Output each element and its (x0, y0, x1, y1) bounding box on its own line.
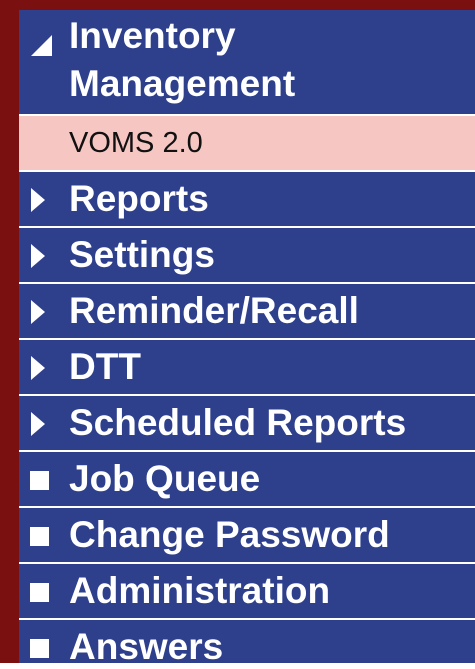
menu-item-settings[interactable]: Settings (19, 228, 475, 282)
triangle-right-icon (31, 244, 45, 268)
menu-item-change-password[interactable]: Change Password (19, 508, 475, 562)
menu-item-label: Answers (69, 626, 224, 667)
menu-item-label: Scheduled Reports (69, 402, 407, 443)
menu-item-reports[interactable]: Reports (19, 172, 475, 226)
menu-item-label: Settings (69, 234, 215, 275)
square-bullet-icon (30, 471, 49, 490)
menu-item-label: DTT (69, 346, 141, 387)
menu-item-label: Change Password (69, 514, 390, 555)
menu-item-job-queue[interactable]: Job Queue (19, 452, 475, 506)
menu-item-label: Reminder/Recall (69, 290, 359, 331)
menu-item-administration[interactable]: Administration (19, 564, 475, 618)
menu-item-reminder-recall[interactable]: Reminder/Recall (19, 284, 475, 338)
menu-item-scheduled-reports[interactable]: Scheduled Reports (19, 396, 475, 450)
submenu-item-voms[interactable]: VOMS 2.0 (19, 116, 475, 170)
submenu-item-label: VOMS 2.0 (69, 127, 203, 159)
triangle-right-icon (31, 412, 45, 436)
triangle-right-icon (31, 300, 45, 324)
square-bullet-icon (30, 639, 49, 658)
menu-item-label: Administration (69, 570, 331, 611)
square-bullet-icon (30, 583, 49, 602)
square-bullet-icon (30, 527, 49, 546)
triangle-right-icon (31, 188, 45, 212)
menu-item-inventory-management[interactable]: Inventory Management (19, 10, 475, 114)
menu-item-label: Inventory (69, 15, 236, 56)
sidebar-frame: Inventory Management VOMS 2.0 Reports Se… (0, 0, 475, 667)
menu-item-label: Management (69, 63, 296, 104)
menu-item-label: Reports (69, 178, 209, 219)
menu-item-label: Job Queue (69, 458, 261, 499)
menu-item-dtt[interactable]: DTT (19, 340, 475, 394)
triangle-right-icon (31, 356, 45, 380)
nav-menu: Inventory Management VOMS 2.0 Reports Se… (19, 10, 475, 667)
menu-item-answers[interactable]: Answers (19, 620, 475, 667)
triangle-down-icon (31, 35, 52, 56)
